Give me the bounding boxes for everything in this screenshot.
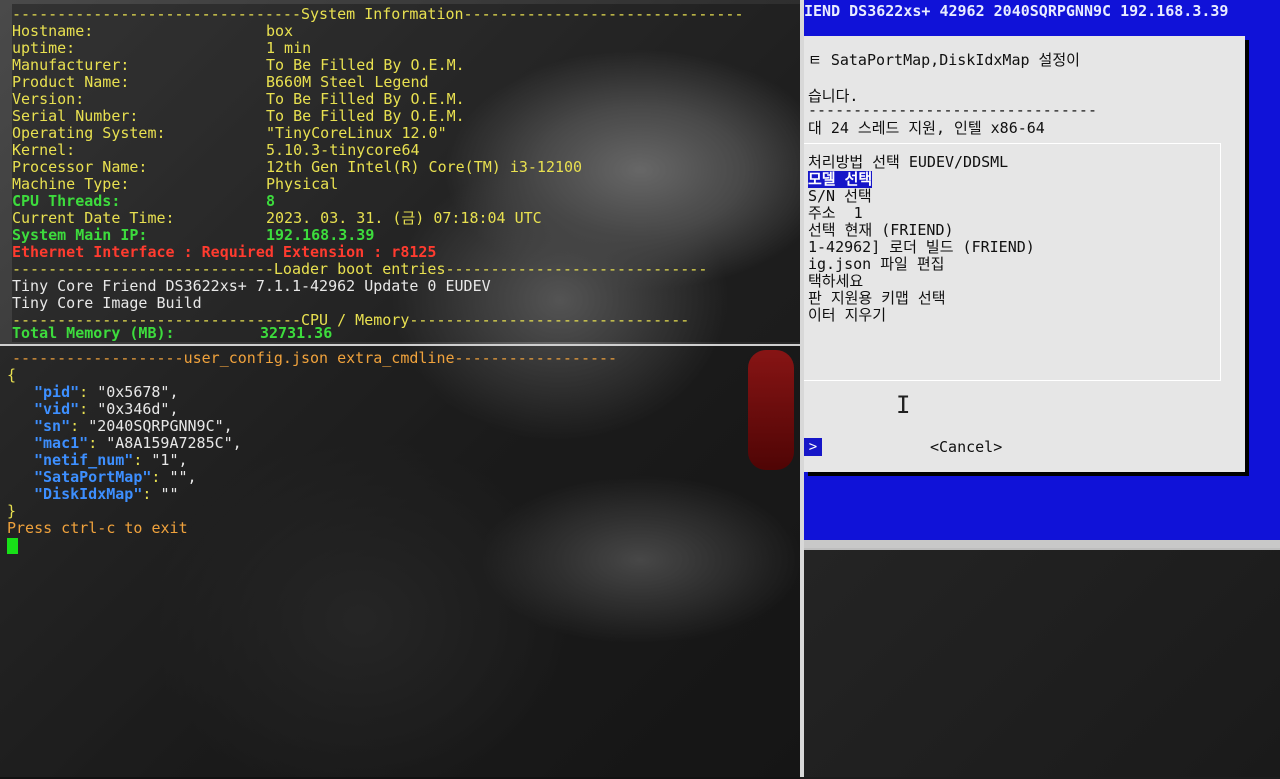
json-key: "sn" xyxy=(34,417,71,435)
dialog-bottom-edge xyxy=(804,540,1280,548)
json-key: "SataPortMap" xyxy=(34,468,152,486)
menu-dialog: ㅌ SataPortMap,DiskIdxMap 설정이 습니다. ------… xyxy=(804,36,1245,472)
info-value-version: To Be Filled By O.E.M. xyxy=(266,90,465,108)
info-key-cpu-threads: CPU Threads: xyxy=(12,192,121,210)
json-value: "1", xyxy=(151,451,188,469)
json-value: "0x5678", xyxy=(97,383,179,401)
dialog-divider: -------------------------------- xyxy=(808,101,1097,119)
dialog-text-line: 대 24 스레드 지원, 인텔 x86-64 xyxy=(808,119,1045,137)
json-value: "" xyxy=(160,485,179,503)
json-value: "", xyxy=(169,468,197,486)
menu-item[interactable]: 택하세요 xyxy=(808,273,863,290)
info-key-version: Version: xyxy=(12,90,85,108)
menu-item[interactable]: 이터 지우기 xyxy=(808,307,886,324)
json-value: "0x346d", xyxy=(97,400,179,418)
json-entry-netif-num: "netif_num": "1", xyxy=(34,451,188,469)
json-close-brace: } xyxy=(7,502,17,520)
json-entry-pid: "pid": "0x5678", xyxy=(34,383,179,401)
title-bar: IEND DS3622xs+ 42962 2040SQRPGNN9C 192.1… xyxy=(804,2,1229,20)
json-entry-vid: "vid": "0x346d", xyxy=(34,400,179,418)
info-key-manufacturer: Manufacturer: xyxy=(12,56,130,74)
memory-value: 32731.36 xyxy=(260,324,333,342)
loader-menu-screen: IEND DS3622xs+ 42962 2040SQRPGNN9C 192.1… xyxy=(804,0,1280,548)
info-value-manufacturer: To Be Filled By O.E.M. xyxy=(266,56,465,74)
info-value-serial: To Be Filled By O.E.M. xyxy=(266,107,465,125)
json-entry-sataportmap: "SataPortMap": "", xyxy=(34,468,197,486)
ethernet-warning: Ethernet Interface : Required Extension … xyxy=(12,243,437,261)
dialog-text-line: ㅌ SataPortMap,DiskIdxMap 설정이 xyxy=(808,51,1080,69)
info-key-serial: Serial Number: xyxy=(12,107,139,125)
menu-item[interactable]: 주소 1 xyxy=(808,205,863,222)
info-value-ip: 192.168.3.39 xyxy=(266,226,375,244)
loader-header: -----------------------------Loader boot… xyxy=(12,260,708,278)
system-info-terminal: --------------------------------System I… xyxy=(12,4,802,342)
info-value-processor: 12th Gen Intel(R) Core(TM) i3-12100 xyxy=(266,158,583,176)
json-key: "DiskIdxMap" xyxy=(34,485,143,503)
json-open-brace: { xyxy=(7,366,17,384)
menu-item-selected[interactable]: 모델 선택 xyxy=(808,171,873,188)
info-key-os: Operating System: xyxy=(12,124,166,142)
config-terminal: -------------------user_config.json extr… xyxy=(0,344,800,779)
info-key-hostname: Hostname: xyxy=(12,22,94,40)
loader-entry-1: Tiny Core Friend DS3622xs+ 7.1.1-42962 U… xyxy=(12,277,491,295)
info-key-machine-type: Machine Type: xyxy=(12,175,130,193)
json-entry-mac1: "mac1": "A8A159A7285C", xyxy=(34,434,242,452)
json-entry-diskidxmap: "DiskIdxMap": "" xyxy=(34,485,179,503)
info-key-date: Current Date Time: xyxy=(12,209,175,227)
pane-divider xyxy=(804,548,1280,550)
info-value-machine-type: Physical xyxy=(266,175,339,193)
info-value-product: B660M Steel Legend xyxy=(266,73,429,91)
ok-button[interactable]: > xyxy=(804,438,822,456)
info-value-os: "TinyCoreLinux 12.0" xyxy=(266,124,447,142)
terminal-cursor[interactable] xyxy=(7,538,18,554)
info-key-ip: System Main IP: xyxy=(12,226,148,244)
json-value: "2040SQRPGNN9C", xyxy=(88,417,233,435)
text-cursor-icon: 𝙸 xyxy=(896,391,911,419)
menu-item[interactable]: S/N 선택 xyxy=(808,188,872,205)
json-key: "netif_num" xyxy=(34,451,134,469)
info-key-kernel: Kernel: xyxy=(12,141,76,159)
json-key: "pid" xyxy=(34,383,80,401)
system-info-header: --------------------------------System I… xyxy=(12,5,744,23)
menu-item[interactable]: 선택 현재 (FRIEND) xyxy=(808,222,954,239)
info-key-processor: Processor Name: xyxy=(12,158,148,176)
menu-item[interactable]: 1-42962] 로더 빌드 (FRIEND) xyxy=(808,239,1035,256)
memory-key: Total Memory (MB): xyxy=(12,324,175,342)
json-key: "vid" xyxy=(34,400,80,418)
menu-list: 처리방법 선택 EUDEV/DDSML 모델 선택 S/N 선택 주소 1 선택… xyxy=(804,143,1221,381)
loader-entry-2: Tiny Core Image Build xyxy=(12,294,202,312)
exit-hint: Press ctrl-c to exit xyxy=(7,519,188,537)
info-value-date: 2023. 03. 31. (금) 07:18:04 UTC xyxy=(266,209,542,227)
json-entry-sn: "sn": "2040SQRPGNN9C", xyxy=(34,417,233,435)
config-header: -------------------user_config.json extr… xyxy=(12,349,618,367)
info-value-cpu-threads: 8 xyxy=(266,192,276,210)
info-value-uptime: 1 min xyxy=(266,39,312,57)
json-key: "mac1" xyxy=(34,434,89,452)
pane-divider xyxy=(800,0,804,777)
menu-item[interactable]: 판 지원용 키맵 선택 xyxy=(808,290,946,307)
menu-item[interactable]: ig.json 파일 편집 xyxy=(808,256,944,273)
info-value-kernel: 5.10.3-tinycore64 xyxy=(266,141,420,159)
json-value: "A8A159A7285C", xyxy=(106,434,242,452)
info-value-hostname: box xyxy=(266,22,294,40)
cancel-button[interactable]: <Cancel> xyxy=(930,438,1002,456)
info-key-uptime: uptime: xyxy=(12,39,76,57)
menu-item[interactable]: 처리방법 선택 EUDEV/DDSML xyxy=(808,154,1008,171)
info-key-product: Product Name: xyxy=(12,73,130,91)
